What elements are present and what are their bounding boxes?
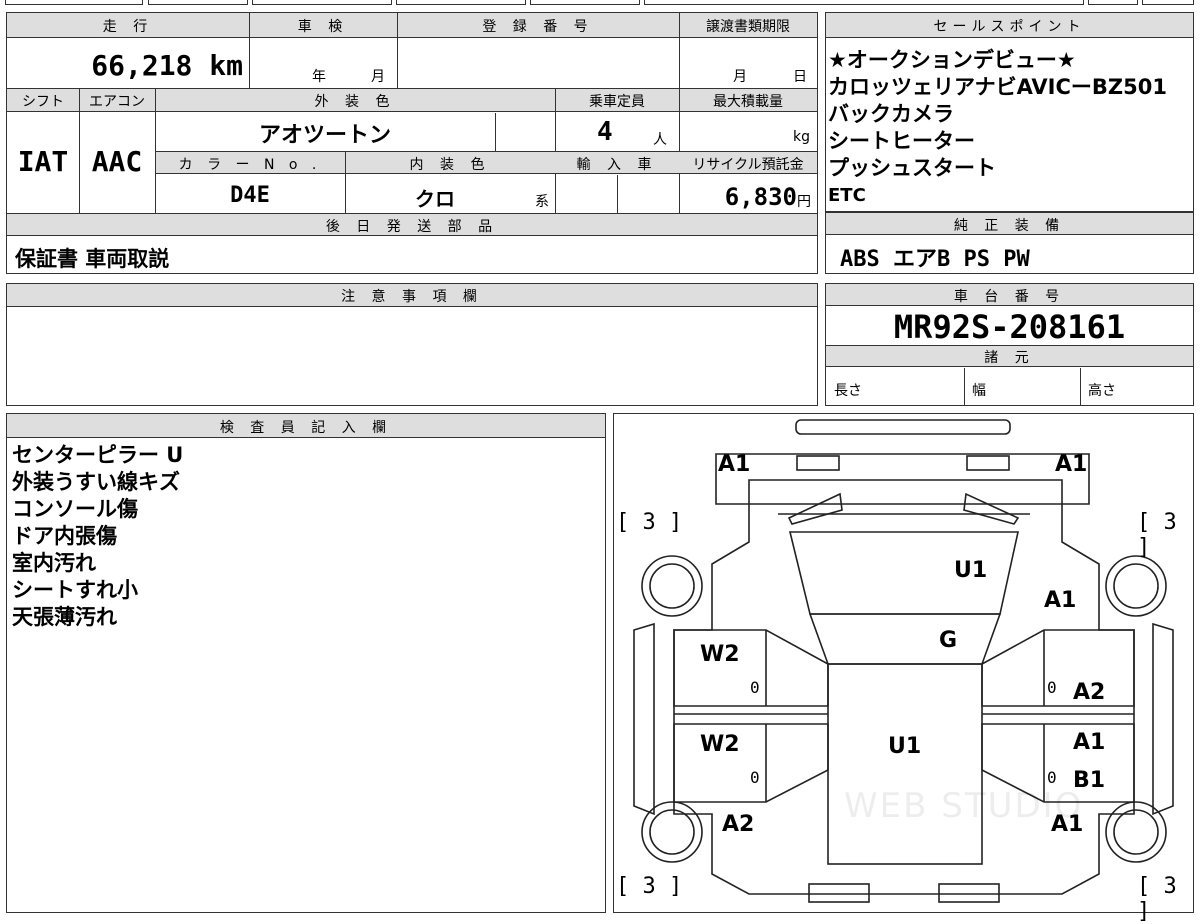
mark-quarter-left: A2 <box>722 812 755 837</box>
capacity-header: 乗車定員 <box>589 94 645 110</box>
sales-point-item: ★オークションデビュー★ <box>828 48 1076 72</box>
import-header: 輸 入 車 <box>576 157 658 173</box>
chassis-no-value: MR92S-208161 <box>893 308 1126 346</box>
mark-door-left-front: W2 <box>700 642 740 667</box>
exterior-color-header: 外 装 色 <box>314 94 396 110</box>
notes-panel: 注 意 事 項 欄 <box>6 283 818 406</box>
sales-point-item: シートヒーター <box>828 129 975 153</box>
top-strip-cell <box>252 0 392 5</box>
specs-width-label: 幅 <box>972 383 986 399</box>
tire-depth-rear-right: [ 3 ] <box>1137 874 1177 924</box>
mileage-header: 走 行 <box>102 19 154 35</box>
inspection-year-unit: 年 <box>312 69 326 85</box>
damage-diagram-panel: A1 A1 U1 A1 G W2 A2 W2 A1 B1 U1 A2 A1 [ … <box>613 413 1194 924</box>
interior-color-value: クロ <box>415 187 455 211</box>
transfer-month-unit: 月 <box>733 69 747 85</box>
transfer-day-unit: 日 <box>793 69 807 85</box>
capacity-value: 4 <box>597 117 613 147</box>
inspector-header: 検 査 員 記 入 欄 <box>219 420 393 436</box>
capacity-unit: 人 <box>653 132 667 148</box>
inspector-note: ドア内張傷 <box>12 524 117 548</box>
inspector-note: コンソール傷 <box>12 497 138 521</box>
top-strip-cell <box>396 0 526 5</box>
mark-door-right-front: A2 <box>1073 680 1106 705</box>
chassis-no-header: 車 台 番 号 <box>953 289 1066 305</box>
mark-windshield: G <box>939 628 958 653</box>
inspector-note: 室内汚れ <box>12 551 96 575</box>
mark-roof: U1 <box>888 734 922 759</box>
later-parts-value: 保証書 車両取説 <box>15 247 170 271</box>
genuine-equipment-header: 純 正 装 備 <box>953 218 1066 234</box>
max-load-header: 最大積載量 <box>713 94 783 110</box>
sales-point-item: カロッツェリアナビAVICーBZ501 <box>828 75 1167 99</box>
door-zero-left-rear: 0 <box>750 768 760 787</box>
shift-value: IAT <box>17 145 69 178</box>
top-strip-cell <box>148 0 248 5</box>
door-zero-left-front: 0 <box>750 678 760 697</box>
color-no-header: カ ラ ー N o . <box>178 157 322 173</box>
inspector-note: 外装うすい線キズ <box>12 470 180 494</box>
later-parts-header: 後 日 発 送 部 品 <box>325 219 499 235</box>
tire-depth-rear-left: [ 3 ] <box>616 874 683 899</box>
inspector-panel: 検 査 員 記 入 欄 センターピラー U 外装うすい線キズ コンソール傷 ドア… <box>6 413 606 913</box>
sales-points-panel: セールスポイント ★オークションデビュー★ カロッツェリアナビAVICーBZ50… <box>825 12 1194 212</box>
inspection-month-unit: 月 <box>371 69 385 85</box>
mark-door-right-rear-1: A1 <box>1073 730 1106 755</box>
top-strip-cell <box>5 0 143 5</box>
recycle-value: 6,830 <box>724 183 797 211</box>
genuine-equipment-panel: 純 正 装 備 ABS エアB PS PW <box>825 212 1194 274</box>
top-strip-cell <box>644 0 1084 5</box>
sales-points-header: セールスポイント <box>933 19 1086 35</box>
interior-color-header: 内 装 色 <box>409 157 491 173</box>
inspector-notes-list: センターピラー U 外装うすい線キズ コンソール傷 ドア内張傷 室内汚れ シート… <box>12 442 183 631</box>
recycle-unit: 円 <box>797 194 811 210</box>
aircon-header: エアコン <box>89 94 145 110</box>
watermark: WEB STUDIO <box>844 786 1084 826</box>
mark-hood: U1 <box>954 558 988 583</box>
door-zero-right-front: 0 <box>1047 678 1057 697</box>
inspector-note: シートすれ小 <box>12 578 138 602</box>
notes-header: 注 意 事 項 欄 <box>341 289 483 305</box>
mark-fender-right-front: A1 <box>1044 588 1077 613</box>
specs-header: 諸 元 <box>984 350 1035 366</box>
specs-height-label: 高さ <box>1088 383 1116 399</box>
vehicle-info-grid: 走 行 車 検 登 録 番 号 譲渡書類期限 66,218 km 年 月 月 日… <box>6 12 818 274</box>
top-strip-cell <box>1088 0 1138 5</box>
mark-door-left-rear: W2 <box>700 732 740 757</box>
sales-point-item: ETC <box>828 185 866 206</box>
max-load-unit: kg <box>793 129 810 145</box>
exterior-color-value: アオツートン <box>258 123 391 148</box>
door-zero-right-rear: 0 <box>1047 768 1057 787</box>
registration-header: 登 録 番 号 <box>482 19 594 35</box>
mark-front-left: A1 <box>718 452 751 477</box>
sales-points-list: ★オークションデビュー★ カロッツェリアナビAVICーBZ501 バックカメラ … <box>828 47 1167 209</box>
interior-color-suffix: 系 <box>535 194 549 210</box>
top-strip-cell <box>530 0 640 5</box>
transfer-deadline-header: 譲渡書類期限 <box>706 19 790 35</box>
sales-point-item: プッシュスタート <box>828 156 996 180</box>
top-strip-cell <box>1142 0 1194 5</box>
inspector-note: センターピラー U <box>12 443 184 467</box>
aircon-value: AAC <box>91 145 143 178</box>
mark-front-right: A1 <box>1055 452 1088 477</box>
shift-header: シフト <box>22 94 64 110</box>
inspection-header: 車 検 <box>297 19 349 35</box>
mileage-value: 66,218 km <box>91 49 243 82</box>
sales-point-item: バックカメラ <box>828 102 954 126</box>
genuine-equipment-value: ABS エアB PS PW <box>840 247 1030 272</box>
tire-depth-front-right: [ 3 ] <box>1137 510 1177 560</box>
chassis-panel: 車 台 番 号 MR92S-208161 諸 元 長さ 幅 高さ <box>825 283 1194 406</box>
color-no-value: D4E <box>230 183 270 208</box>
inspector-note: 天張薄汚れ <box>12 605 117 629</box>
tire-depth-front-left: [ 3 ] <box>616 510 683 535</box>
specs-length-label: 長さ <box>834 383 862 399</box>
recycle-header: リサイクル預託金 <box>692 157 804 173</box>
